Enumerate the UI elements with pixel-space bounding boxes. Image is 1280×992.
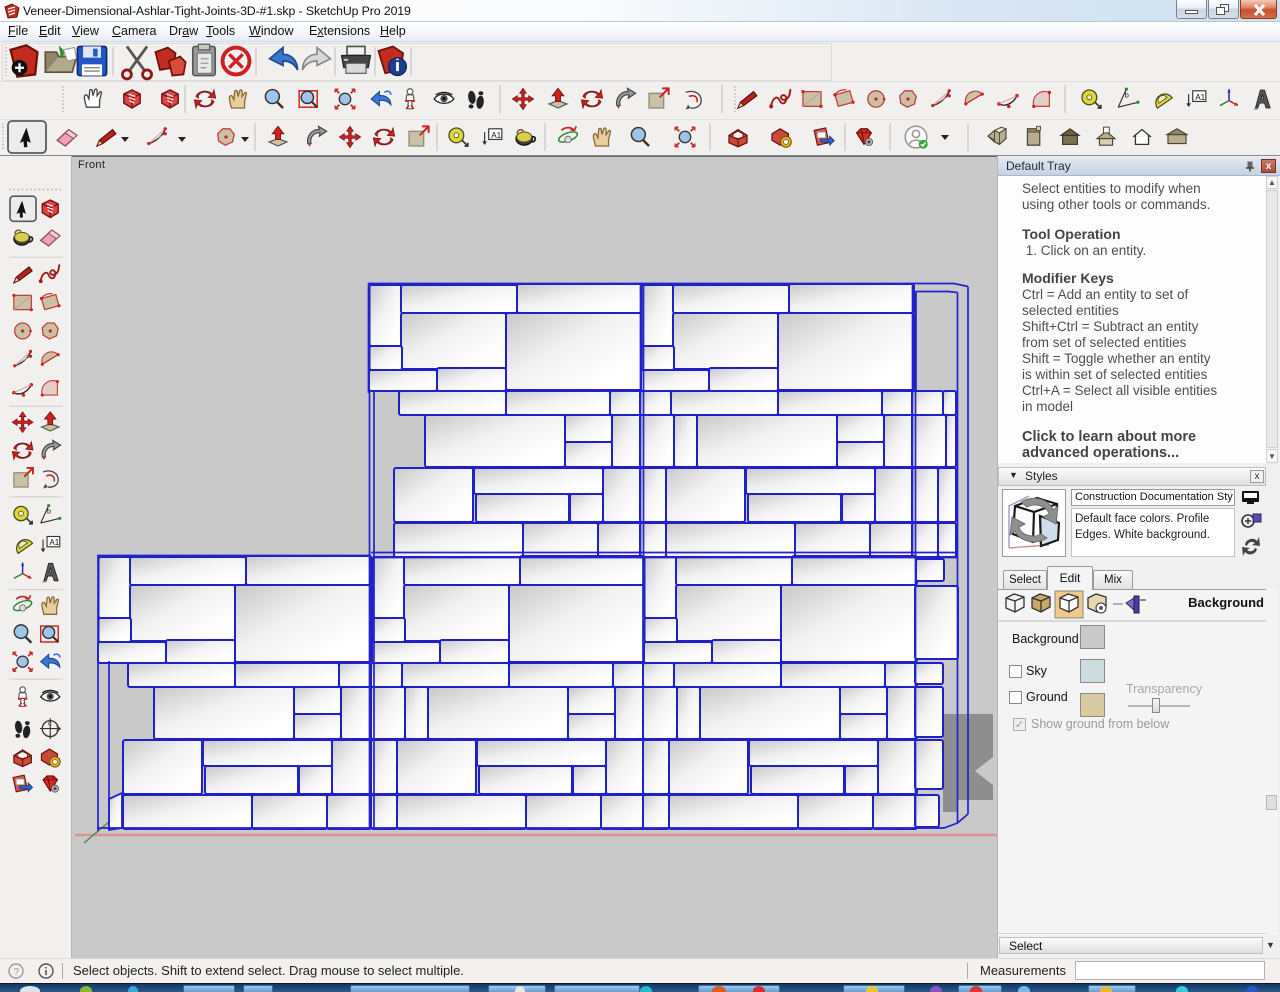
svg-text:A1: A1 bbox=[491, 131, 501, 140]
svg-text:b: b bbox=[47, 508, 51, 516]
svg-text:A1: A1 bbox=[49, 538, 59, 547]
svg-text:A1: A1 bbox=[1195, 93, 1205, 102]
svg-text:b: b bbox=[1125, 90, 1129, 99]
svg-text:C: C bbox=[48, 721, 52, 727]
svg-text:?: ? bbox=[14, 967, 20, 978]
